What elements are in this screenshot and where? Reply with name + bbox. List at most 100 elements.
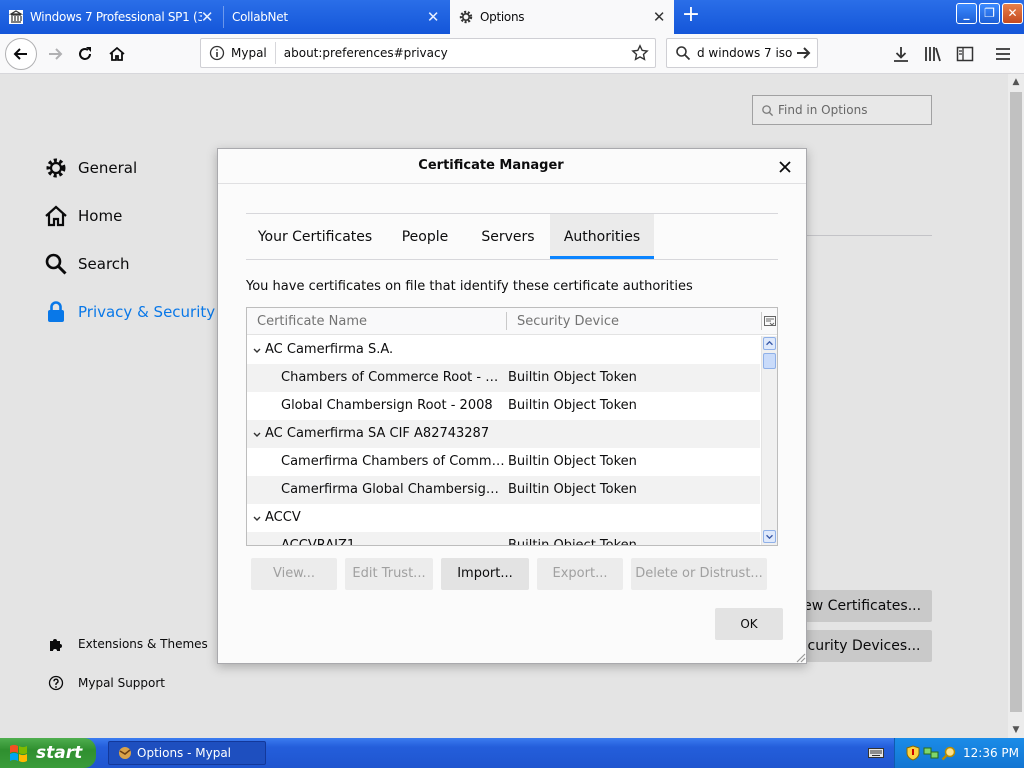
arrow-right-icon[interactable] <box>795 44 813 62</box>
search-input[interactable]: d windows 7 iso <box>697 46 795 60</box>
info-icon[interactable] <box>209 45 225 61</box>
tab-label: Options <box>480 10 525 24</box>
tree-header: Certificate Name Security Device <box>247 308 777 335</box>
url-bar[interactable]: Mypal about:preferences#privacy <box>200 38 656 68</box>
tree-row-certificate[interactable]: Global Chambersign Root - 2008 Builtin O… <box>247 392 760 420</box>
column-divider[interactable] <box>506 312 507 330</box>
arrow-right-icon <box>49 48 63 60</box>
search-icon[interactable] <box>941 745 957 761</box>
new-tab-plus-icon[interactable]: + <box>680 4 702 28</box>
scrollbar-thumb[interactable] <box>763 353 776 369</box>
url-text[interactable]: about:preferences#privacy <box>284 46 631 60</box>
tab-your-certificates[interactable]: Your Certificates <box>254 214 376 259</box>
edit-trust-button[interactable]: Edit Trust... <box>345 558 433 590</box>
view-button[interactable]: View... <box>251 558 337 590</box>
tree-row-group[interactable]: AC Camerfirma SA CIF A82743287 <box>247 420 760 448</box>
home-button[interactable] <box>102 39 132 69</box>
tree-row-certificate[interactable]: Chambers of Commerce Root - 20... Builti… <box>247 364 760 392</box>
puzzle-piece-icon <box>50 639 62 651</box>
ok-button[interactable]: OK <box>715 608 783 640</box>
tab-close-icon[interactable]: ✕ <box>424 8 442 26</box>
column-picker-icon[interactable] <box>764 315 776 327</box>
tree-row-certificate[interactable]: ACCVRAIZ1 Builtin Object Token <box>247 532 760 546</box>
tree-scrollbar[interactable] <box>761 336 777 545</box>
extensions-themes-link[interactable]: Extensions & Themes <box>48 636 208 652</box>
export-button[interactable]: Export... <box>537 558 623 590</box>
star-icon[interactable] <box>631 44 649 62</box>
keyboard-icon[interactable] <box>868 746 884 760</box>
category-privacy-security[interactable]: Privacy & Security <box>44 300 215 324</box>
tab-close-icon[interactable]: ✕ <box>650 8 668 26</box>
delete-or-distrust-button[interactable]: Delete or Distrust... <box>631 558 767 590</box>
security-device: Builtin Object Token <box>508 538 637 546</box>
category-general[interactable]: General <box>44 156 137 180</box>
download-icon[interactable] <box>892 45 910 63</box>
category-label: Search <box>78 255 130 273</box>
category-label: General <box>78 159 138 177</box>
tab-authorities[interactable]: Authorities <box>550 214 654 259</box>
chevron-down-icon[interactable] <box>253 347 261 355</box>
tree-row-certificate[interactable]: Camerfirma Global Chambersign R... Built… <box>247 476 760 504</box>
dialog-titlebar[interactable]: Certificate Manager <box>218 149 806 184</box>
help-icon <box>48 675 64 691</box>
certificate-name: Camerfirma Global Chambersign R... <box>281 482 505 497</box>
search-bar[interactable]: d windows 7 iso <box>666 38 818 68</box>
certificate-name: Global Chambersign Root - 2008 <box>281 398 493 413</box>
mypal-support-link[interactable]: Mypal Support <box>48 675 165 691</box>
search-icon <box>676 46 691 61</box>
browser-tab-strip: Windows 7 Professional SP1 (32 b ✕ Colla… <box>0 0 1024 34</box>
import-button[interactable]: Import... <box>441 558 529 590</box>
scroll-down-arrow-icon[interactable]: ▼ <box>1008 722 1024 738</box>
page-scrollbar[interactable]: ▲ ▼ <box>1008 74 1024 738</box>
support-label: Mypal Support <box>78 676 166 690</box>
reload-button[interactable] <box>70 39 100 69</box>
tree-row-certificate[interactable]: Camerfirma Chambers of Commer... Builtin… <box>247 448 760 476</box>
tree-row-group[interactable]: ACCV <box>247 504 760 532</box>
security-shield-icon[interactable] <box>905 745 921 761</box>
window-minimize-button[interactable]: _ <box>956 3 977 24</box>
tab-options[interactable]: Options ✕ <box>450 0 674 34</box>
column-header-certificate-name[interactable]: Certificate Name <box>257 314 367 329</box>
find-in-options-input[interactable]: Find in Options <box>752 95 932 125</box>
url-identity-label: Mypal <box>231 42 276 64</box>
reload-icon <box>79 47 91 60</box>
chevron-down-icon[interactable] <box>253 431 261 439</box>
column-header-security-device[interactable]: Security Device <box>517 314 619 329</box>
back-button[interactable] <box>5 38 37 70</box>
certificate-name: AC Camerfirma S.A. <box>265 342 394 357</box>
sidebar-icon[interactable] <box>956 45 974 63</box>
scroll-down-arrow-icon[interactable] <box>763 530 776 543</box>
tree-row-group[interactable]: AC Camerfirma S.A. <box>247 336 760 364</box>
close-icon[interactable] <box>774 156 796 178</box>
tab-windows7[interactable]: Windows 7 Professional SP1 (32 b ✕ <box>0 2 222 32</box>
resize-grip-icon[interactable] <box>794 651 806 663</box>
taskbar-item-options-mypal[interactable]: Options - Mypal <box>108 741 266 765</box>
arrow-left-icon <box>13 48 27 60</box>
library-icon[interactable] <box>924 45 942 63</box>
window-close-button[interactable]: ✕ <box>1002 3 1023 24</box>
certificate-tree[interactable]: Certificate Name Security Device AC Came… <box>246 307 778 546</box>
chevron-down-icon[interactable] <box>253 515 261 523</box>
search-icon <box>762 104 774 116</box>
tab-servers[interactable]: Servers <box>474 214 542 259</box>
scroll-up-arrow-icon[interactable] <box>763 337 776 350</box>
lock-icon <box>48 301 64 322</box>
view-certificates-button[interactable]: View Certificates... <box>790 590 932 622</box>
site-building-icon <box>8 10 24 24</box>
security-devices-button[interactable]: Security Devices... <box>790 630 932 662</box>
scroll-up-arrow-icon[interactable]: ▲ <box>1008 74 1024 90</box>
system-tray: 12:36 PM <box>894 738 1024 768</box>
window-restore-button[interactable]: ❐ <box>979 3 1000 24</box>
hamburger-menu-icon[interactable] <box>994 45 1012 63</box>
forward-button[interactable] <box>40 39 70 69</box>
scrollbar-thumb[interactable] <box>1010 92 1022 712</box>
network-icon[interactable] <box>923 745 939 761</box>
tab-people[interactable]: People <box>392 214 458 259</box>
category-search[interactable]: Search <box>44 252 130 276</box>
tab-collabnet[interactable]: CollabNet ✕ <box>224 2 448 32</box>
start-button[interactable]: start <box>0 738 96 768</box>
category-home[interactable]: Home <box>44 204 122 228</box>
tab-close-icon[interactable]: ✕ <box>198 8 216 26</box>
security-device: Builtin Object Token <box>508 398 637 413</box>
column-divider <box>761 312 762 330</box>
